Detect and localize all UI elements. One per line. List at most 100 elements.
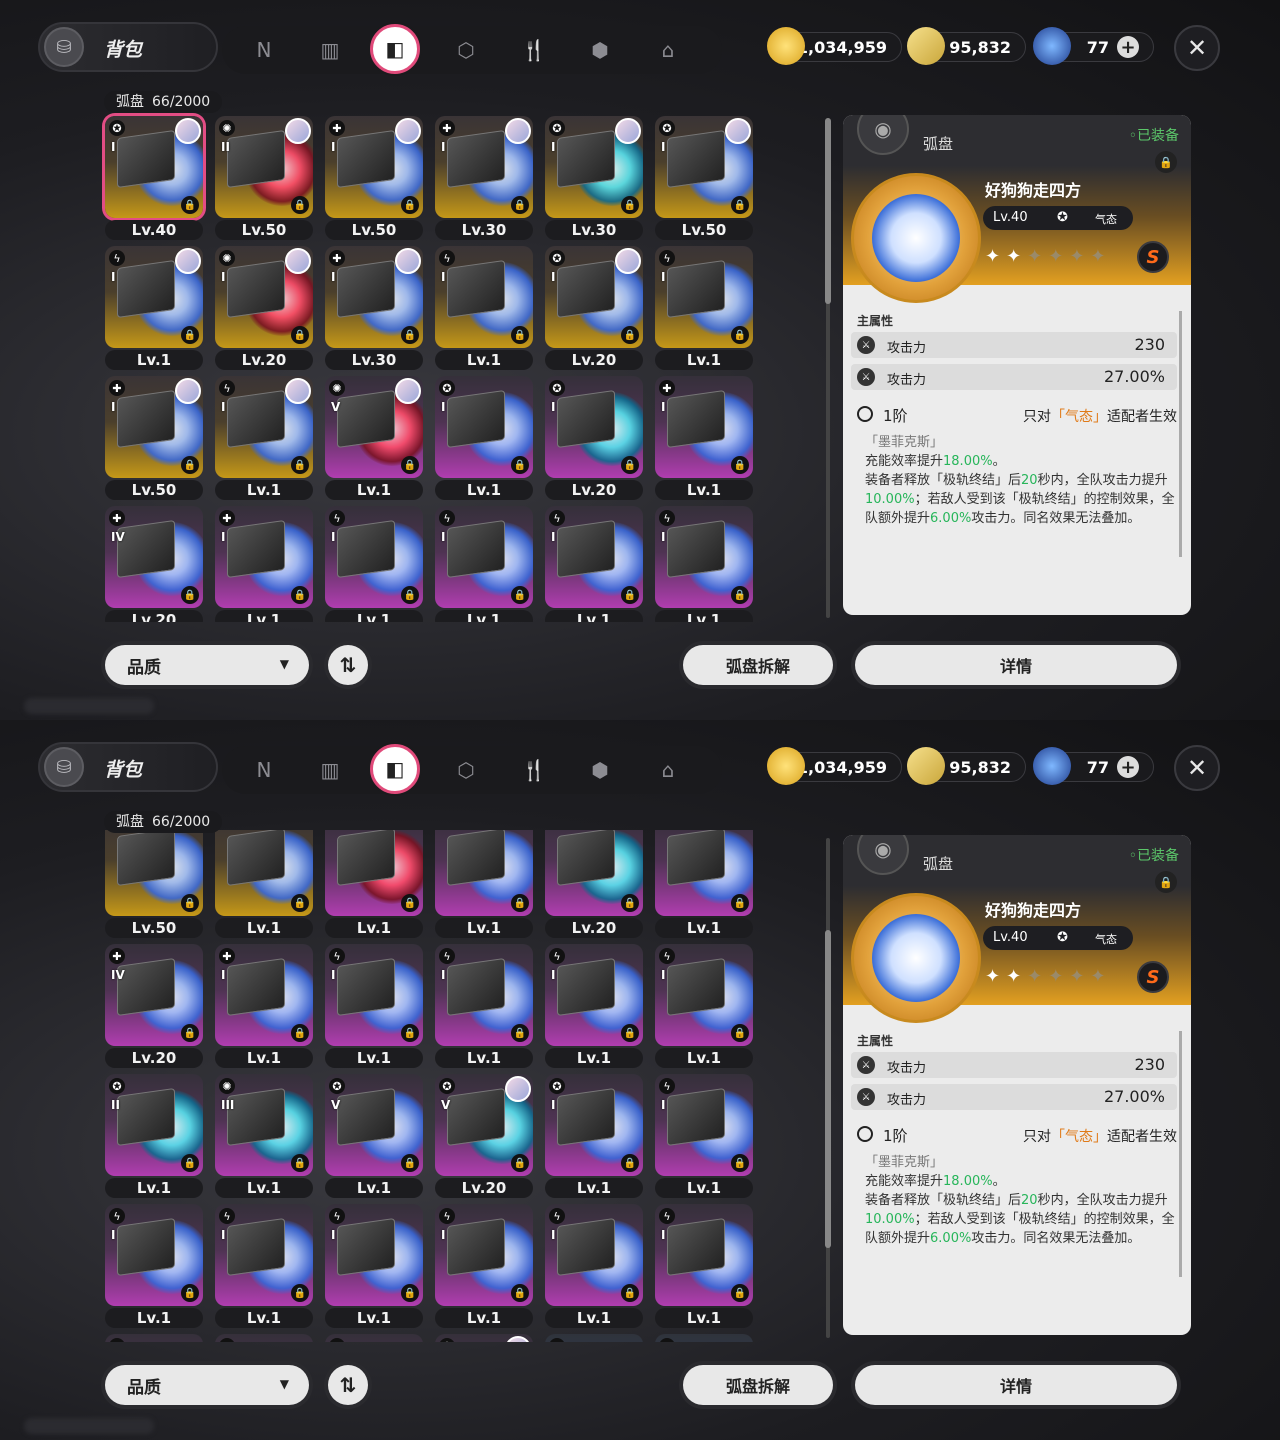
inventory-count: 弧盘 66/2000 <box>104 811 223 833</box>
disc-card[interactable]: ✺ I 🔒 Lv.20 <box>215 246 313 370</box>
grid-scrollbar[interactable] <box>825 838 831 1338</box>
details-button[interactable]: 详情 <box>855 645 1177 685</box>
disc-card[interactable]: ✪ I 🔒 Lv.1 <box>545 1074 643 1198</box>
attribute-icon: ϟ <box>109 250 125 266</box>
disc-card[interactable]: ✪ I 🔒 Lv.1 <box>435 376 533 500</box>
disc-card[interactable]: ϟ I 🔒 Lv.1 <box>325 944 423 1068</box>
disc-card[interactable]: ✪ V 🔒 Lv.1 <box>325 1074 423 1198</box>
disc-card[interactable]: ✪ II 🔒 Lv.1 <box>105 1074 203 1198</box>
disc-card[interactable]: ✚ I 🔒 Lv.50 <box>325 116 423 240</box>
disc-card[interactable]: 🔒 Lv.1 <box>435 830 533 938</box>
dismantle-button[interactable]: 弧盘拆解 <box>683 645 833 685</box>
tier-numeral: II <box>111 1098 120 1112</box>
inventory-count-value: 66/2000 <box>152 94 211 110</box>
currency-battery[interactable]: 77 + <box>1033 27 1154 65</box>
hex-module-tab[interactable]: ⬢ <box>580 750 620 790</box>
disc-card[interactable]: ϟ I 🔒 Lv.1 <box>655 506 753 622</box>
plus-icon[interactable]: + <box>1117 36 1139 58</box>
disc-card[interactable]: ϟ I 🔒 Lv.1 <box>545 506 643 622</box>
n-logo-tab[interactable]: N <box>244 750 284 790</box>
disc-card[interactable]: ✺ II 🔒 Lv.50 <box>215 116 313 240</box>
gameboy-tab[interactable]: ▥ <box>310 750 350 790</box>
fork-knife-tab[interactable]: 🍴 <box>514 30 554 70</box>
disc-card[interactable]: ϟ I 🔒 Lv.1 <box>545 944 643 1068</box>
disc-card[interactable]: ✚ I 🔒 Lv.30 <box>325 246 423 370</box>
disc-card[interactable]: ✺ I 🔒 <box>545 1334 643 1342</box>
disc-card[interactable]: ✪ I 🔒 Lv.50 <box>655 116 753 240</box>
grid-scrollbar[interactable] <box>825 118 831 618</box>
disc-card[interactable]: ✪ I 🔒 Lv.20 <box>545 376 643 500</box>
disc-card[interactable]: ✪ I 🔒 Lv.40 <box>105 116 203 240</box>
disc-card[interactable]: ϟ I 🔒 Lv.1 <box>105 1204 203 1328</box>
disc-card[interactable]: ϟ I 🔒 Lv.1 <box>325 506 423 622</box>
attribute-icon: ϟ <box>329 510 345 526</box>
disc-card[interactable]: 🔒 Lv.1 <box>215 830 313 938</box>
disc-card[interactable]: ✚ I 🔒 Lv.30 <box>435 116 533 240</box>
disc-thumbnail: ϟ I 🔒 <box>655 506 753 608</box>
gameboy-tab[interactable]: ▥ <box>310 30 350 70</box>
cube-tab[interactable]: ⬡ <box>446 30 486 70</box>
quality-filter-dropdown[interactable]: 品质 ▼ <box>105 645 309 685</box>
attribute-icon: ✺ <box>219 120 235 136</box>
sort-order-button[interactable]: ⇅ <box>328 1365 368 1405</box>
disc-card[interactable]: ✺ V 🔒 Lv.1 <box>325 376 423 500</box>
house-tab[interactable]: ⌂ <box>648 750 688 790</box>
tier-numeral: IV <box>111 968 125 982</box>
disc-card[interactable]: 🔒 Lv.1 <box>655 830 753 938</box>
disc-card[interactable]: ϟ I 🔒 Lv.1 <box>655 246 753 370</box>
disc-card[interactable]: ϟ I 🔒 Lv.1 <box>435 1204 533 1328</box>
lock-icon[interactable]: 🔒 <box>1155 871 1177 893</box>
disc-card[interactable]: ϟ I 🔒 Lv.1 <box>325 1204 423 1328</box>
n-logo-tab[interactable]: N <box>244 30 284 70</box>
disc-card[interactable]: ϟ I 🔒 Lv.1 <box>655 944 753 1068</box>
close-button[interactable]: ✕ <box>1174 25 1220 71</box>
disc-card[interactable]: ✚ I 🔒 Lv.50 <box>105 376 203 500</box>
disc-card[interactable]: ϟ I 🔒 Lv.1 <box>435 944 533 1068</box>
disc-card[interactable]: ✚ IV 🔒 Lv.20 <box>105 506 203 622</box>
disc-cover-art <box>337 957 395 1017</box>
disc-card[interactable]: 🔒 Lv.20 <box>545 830 643 938</box>
disc-card[interactable]: ϟ I 🔒 Lv.1 <box>435 246 533 370</box>
disc-card[interactable]: ϟ I 🔒 Lv.1 <box>435 506 533 622</box>
disc-card[interactable]: ϟ I 🔒 Lv.1 <box>215 1204 313 1328</box>
disc-card[interactable]: ϟ I 🔒 <box>105 1334 203 1342</box>
disc-card[interactable]: ✪ I 🔒 Lv.30 <box>545 116 643 240</box>
house-tab[interactable]: ⌂ <box>648 30 688 70</box>
lock-icon[interactable]: 🔒 <box>1155 151 1177 173</box>
disc-card[interactable]: ✪ II 🔒 <box>435 1334 533 1342</box>
disc-card[interactable]: ✚ I 🔒 Lv.1 <box>215 506 313 622</box>
close-button[interactable]: ✕ <box>1174 745 1220 791</box>
disc-card[interactable]: ϟ I 🔒 Lv.1 <box>655 1074 753 1198</box>
dismantle-button[interactable]: 弧盘拆解 <box>683 1365 833 1405</box>
sort-order-button[interactable]: ⇅ <box>328 645 368 685</box>
disc-type-icon: ◉ <box>857 115 909 155</box>
disc-book-tab[interactable]: ◧ <box>370 24 420 74</box>
disc-card[interactable]: ✺ III 🔒 Lv.1 <box>215 1074 313 1198</box>
quality-filter-dropdown[interactable]: 品质 ▼ <box>105 1365 309 1405</box>
disc-book-tab[interactable]: ◧ <box>370 744 420 794</box>
cube-tab[interactable]: ⬡ <box>446 750 486 790</box>
disc-card[interactable]: ✺ I 🔒 <box>655 1334 753 1342</box>
lock-icon: 🔒 <box>181 456 199 474</box>
disc-card[interactable]: ϟ I 🔒 Lv.1 <box>545 1204 643 1328</box>
disc-card[interactable]: ✺ I 🔒 <box>325 1334 423 1342</box>
disc-card[interactable]: ✺ III 🔒 <box>215 1334 313 1342</box>
disc-card[interactable]: ✪ I 🔒 Lv.20 <box>545 246 643 370</box>
attribute-icon: ϟ <box>219 380 235 396</box>
detail-scrollbar[interactable] <box>1179 311 1182 557</box>
disc-card[interactable]: ϟ I 🔒 Lv.1 <box>655 1204 753 1328</box>
disc-card[interactable]: ✪ V 🔒 Lv.20 <box>435 1074 533 1198</box>
details-button[interactable]: 详情 <box>855 1365 1177 1405</box>
disc-card[interactable]: 🔒 Lv.1 <box>325 830 423 938</box>
disc-card[interactable]: ✚ I 🔒 Lv.1 <box>655 376 753 500</box>
disc-card[interactable]: ϟ I 🔒 Lv.1 <box>105 246 203 370</box>
currency-battery[interactable]: 77 + <box>1033 747 1154 785</box>
disc-card[interactable]: ✚ I 🔒 Lv.1 <box>215 944 313 1068</box>
hex-module-tab[interactable]: ⬢ <box>580 30 620 70</box>
disc-card[interactable]: ✚ IV 🔒 Lv.20 <box>105 944 203 1068</box>
disc-card[interactable]: ϟ I 🔒 Lv.1 <box>215 376 313 500</box>
fork-knife-tab[interactable]: 🍴 <box>514 750 554 790</box>
plus-icon[interactable]: + <box>1117 756 1139 778</box>
disc-card[interactable]: 🔒 Lv.50 <box>105 830 203 938</box>
detail-scrollbar[interactable] <box>1179 1031 1182 1277</box>
